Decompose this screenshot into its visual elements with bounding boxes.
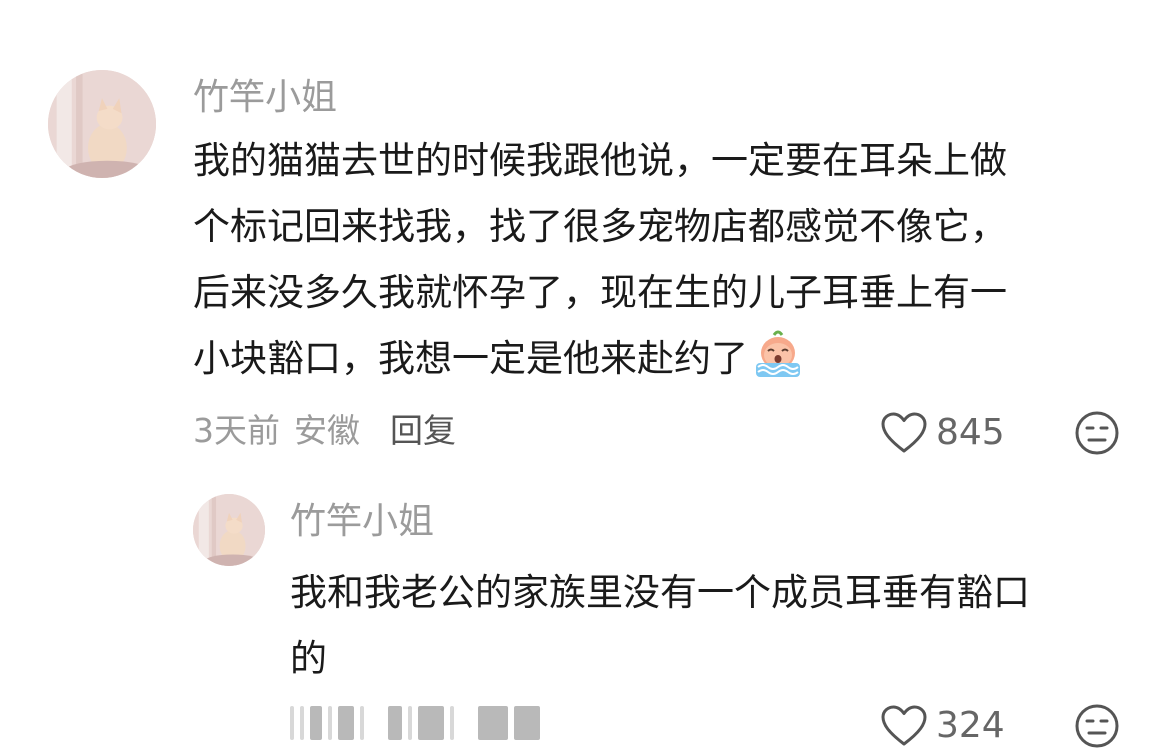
cat-avatar-image <box>48 70 156 178</box>
comment-line-last: 小块豁口，我想一定是他来赴约了 <box>193 326 1123 392</box>
like-count: 845 <box>936 412 1005 453</box>
like-count: 324 <box>936 705 1005 746</box>
heart-icon <box>881 705 927 746</box>
comment-location: 安徽 <box>294 411 360 450</box>
reply-meta-obscured <box>290 703 546 743</box>
comment-meta: 3天前 安徽 回复 <box>193 407 456 455</box>
comment-username[interactable]: 竹竿小姐 <box>193 76 337 120</box>
meh-face-icon <box>1075 411 1119 455</box>
comment-line-text: 小块豁口，我想一定是他来赴约了 <box>193 337 748 380</box>
crying-face-emoji <box>752 327 804 379</box>
reply-line: 我和我老公的家族里没有一个成员耳垂有豁口 <box>290 571 1030 614</box>
heart-icon <box>881 412 927 453</box>
like-button[interactable]: 324 <box>880 704 1005 748</box>
reply-username[interactable]: 竹竿小姐 <box>290 500 434 544</box>
dislike-button[interactable] <box>1074 703 1120 749</box>
comment-text: 我的猫猫去世的时候我跟他说，一定要在耳朵上做 个标记回来找我，找了很多宠物店都感… <box>193 128 1123 392</box>
reply-text: 我和我老公的家族里没有一个成员耳垂有豁口 的 <box>290 560 1130 692</box>
like-button[interactable]: 845 <box>880 411 1005 455</box>
comment-line: 我的猫猫去世的时候我跟他说，一定要在耳朵上做 <box>193 139 1007 182</box>
avatar[interactable] <box>48 70 156 178</box>
reply-avatar[interactable] <box>193 494 265 566</box>
reply-button[interactable]: 回复 <box>390 407 456 455</box>
cat-avatar-image <box>193 494 265 566</box>
meh-face-icon <box>1075 704 1119 748</box>
dislike-button[interactable] <box>1074 410 1120 456</box>
comment-time: 3天前 <box>193 411 280 450</box>
comment-line: 后来没多久我就怀孕了，现在生的儿子耳垂上有一 <box>193 271 1007 314</box>
reply-line: 的 <box>290 637 327 680</box>
comment-line: 个标记回来找我，找了很多宠物店都感觉不像它， <box>193 205 1007 248</box>
